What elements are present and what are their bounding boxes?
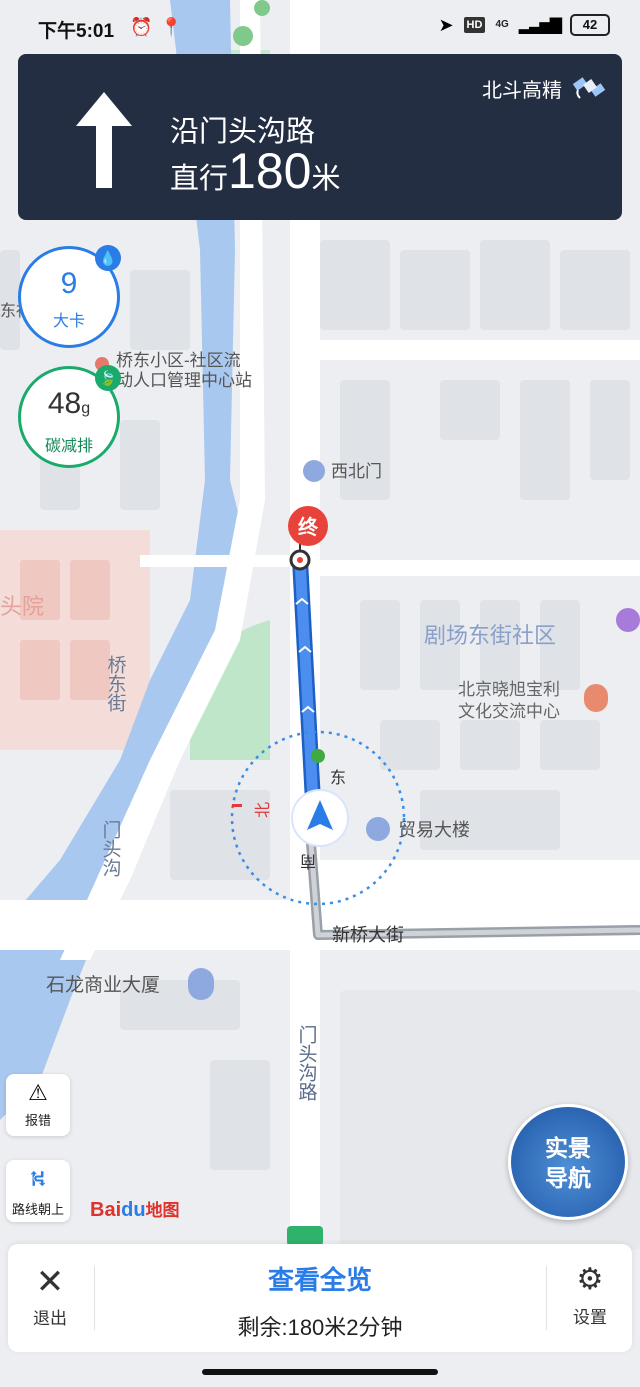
route-up-icon: ⛕ bbox=[29, 1166, 47, 1191]
leaf-icon: 🍃 bbox=[95, 365, 121, 391]
status-time: 下午5:01 bbox=[38, 21, 115, 42]
action-label: 直行 bbox=[170, 163, 229, 195]
map-label-center-2: 文化交流中心 bbox=[458, 702, 560, 721]
river-label: 门头沟 bbox=[100, 820, 122, 877]
carbon-indicator[interactable]: 48g 碳减排 🍃 bbox=[18, 365, 121, 468]
settings-label: 设置 bbox=[573, 1308, 607, 1327]
remaining-summary: 剩余:180米2分钟 bbox=[237, 1315, 403, 1340]
dest-marker-label: 终 bbox=[298, 515, 319, 539]
gps-arrow-icon: ➤ bbox=[438, 14, 454, 35]
calories-unit: 大卡 bbox=[52, 313, 85, 330]
distance-instruction: 直行180米 bbox=[170, 142, 340, 200]
map-label-center: 北京晓旭宝利 bbox=[458, 680, 560, 699]
signal-icon: ▂▃▅▇ bbox=[518, 17, 562, 34]
exit-button[interactable]: ✕ 退出 bbox=[8, 1244, 92, 1352]
baidu-map-logo: Baidu地图 bbox=[90, 1196, 180, 1222]
report-label: 报错 bbox=[24, 1113, 51, 1128]
map-label-edge-2: 头院 bbox=[0, 594, 44, 619]
bottom-bar: ✕ 退出 查看全览 剩余:180米2分钟 ⚙ 设置 bbox=[8, 1244, 632, 1352]
calories-indicator[interactable]: 9 大卡 💧 bbox=[18, 245, 121, 348]
report-icon: ⚠ bbox=[28, 1080, 48, 1105]
logo-part-2: du bbox=[121, 1199, 146, 1221]
divider bbox=[94, 1266, 95, 1330]
water-drop-icon: 💧 bbox=[95, 245, 121, 271]
distance-value: 180 bbox=[228, 143, 312, 199]
route-up-label: 路线朝上 bbox=[11, 1202, 64, 1217]
map-label-poi: 桥东小区-社区流 bbox=[116, 351, 241, 370]
straight-arrow-icon bbox=[76, 92, 132, 188]
status-bar: 下午5:01 ⏰ 📍 ➤ HD 4G ▂▃▅▇ 42 bbox=[0, 0, 640, 56]
calories-value: 9 bbox=[60, 267, 78, 300]
close-icon: ✕ bbox=[35, 1263, 65, 1301]
compass-north: 北 bbox=[254, 802, 272, 818]
battery-indicator: 42 bbox=[570, 14, 610, 36]
carbon-value: 48 bbox=[47, 387, 82, 420]
ar-label-2: 导航 bbox=[545, 1165, 591, 1191]
road-label-2: 桥东街 bbox=[105, 655, 127, 712]
compass-south: 南 bbox=[300, 852, 316, 870]
map-label-poi-2: 动人口管理中心站 bbox=[116, 371, 252, 390]
ar-label-1: 实景 bbox=[545, 1135, 591, 1161]
distance-unit: 米 bbox=[311, 163, 341, 195]
current-location-arrow-icon bbox=[291, 789, 349, 847]
overview-button[interactable]: 查看全览 bbox=[148, 1260, 492, 1297]
beidou-label: 北斗高精 bbox=[482, 80, 562, 102]
carbon-unit: g bbox=[81, 400, 91, 417]
settings-button[interactable]: ⚙ 设置 bbox=[548, 1244, 632, 1352]
logo-part-1: Bai bbox=[90, 1199, 122, 1221]
location-pin-icon: 📍 bbox=[160, 17, 183, 37]
satellite-icon bbox=[572, 77, 606, 99]
home-indicator[interactable] bbox=[202, 1369, 438, 1375]
route-up-button[interactable]: ⛕ 路线朝上 bbox=[6, 1160, 70, 1222]
divider bbox=[546, 1266, 547, 1330]
carbon-label: 碳减排 bbox=[44, 438, 93, 455]
network-type: 4G bbox=[495, 19, 509, 30]
exit-label: 退出 bbox=[33, 1309, 67, 1328]
map-label-street: 新桥大街 bbox=[332, 925, 404, 945]
ar-navigation-button[interactable]: 实景 导航 bbox=[508, 1104, 628, 1220]
map-label-trade: 贸易大楼 bbox=[398, 820, 470, 840]
map-label-gate: 西北门 bbox=[331, 462, 382, 481]
compass-east: 东 bbox=[330, 769, 346, 787]
gear-icon: ⚙ bbox=[576, 1263, 604, 1296]
road-label-1: 门头沟路 bbox=[296, 1025, 318, 1101]
logo-part-3: 地图 bbox=[145, 1201, 180, 1220]
hd-badge: HD bbox=[463, 17, 486, 33]
alarm-icon: ⏰ bbox=[130, 17, 153, 37]
map-label-mall: 石龙商业大厦 bbox=[46, 974, 160, 996]
report-error-button[interactable]: ⚠ 报错 bbox=[6, 1074, 70, 1136]
navigation-instruction-panel[interactable]: 沿门头沟路 直行180米 北斗高精 bbox=[18, 54, 622, 220]
map-label-community: 剧场东街社区 bbox=[424, 623, 556, 648]
